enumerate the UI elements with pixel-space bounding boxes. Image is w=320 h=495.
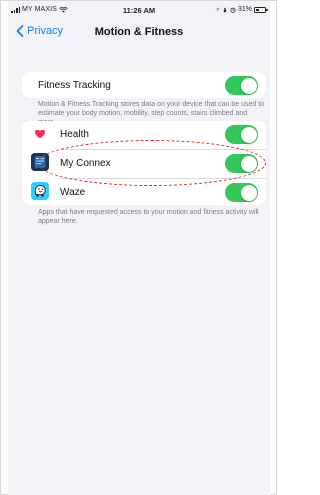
navigation-bar: Privacy Motion & Fitness: [8, 18, 270, 48]
location-icon: [215, 7, 220, 12]
toggle-knob: [240, 184, 257, 201]
app-name-health: Health: [60, 128, 89, 140]
battery-percent: 31%: [237, 6, 252, 13]
lock-rotation-icon: [223, 7, 227, 12]
screenshot-frame: MY MAXIS 11:26 AM 31% Privacy Motion & F…: [0, 0, 277, 495]
fitness-tracking-row: Fitness Tracking: [22, 72, 266, 98]
settings-screen: MY MAXIS 11:26 AM 31% Privacy Motion & F…: [8, 1, 270, 495]
apps-footnote: Apps that have requested access to your …: [38, 209, 259, 225]
app-name-waze: Waze: [60, 186, 86, 198]
status-bar: MY MAXIS 11:26 AM 31%: [8, 1, 270, 18]
highlight-annotation: [37, 140, 266, 186]
toggle-knob: [240, 77, 257, 94]
status-right: 31%: [215, 6, 268, 13]
waze-app-icon: [31, 182, 49, 200]
toggle-knob: [240, 126, 257, 143]
battery-icon: [254, 6, 268, 13]
page-title: Motion & Fitness: [94, 26, 184, 38]
heart-icon: [31, 125, 49, 143]
alarm-icon: [230, 7, 236, 13]
fitness-tracking-label: Fitness Tracking: [38, 79, 111, 91]
fitness-tracking-toggle[interactable]: [225, 76, 258, 95]
health-toggle[interactable]: [225, 125, 258, 144]
waze-toggle[interactable]: [225, 183, 258, 202]
fitness-tracking-group: Fitness Tracking: [22, 72, 266, 98]
